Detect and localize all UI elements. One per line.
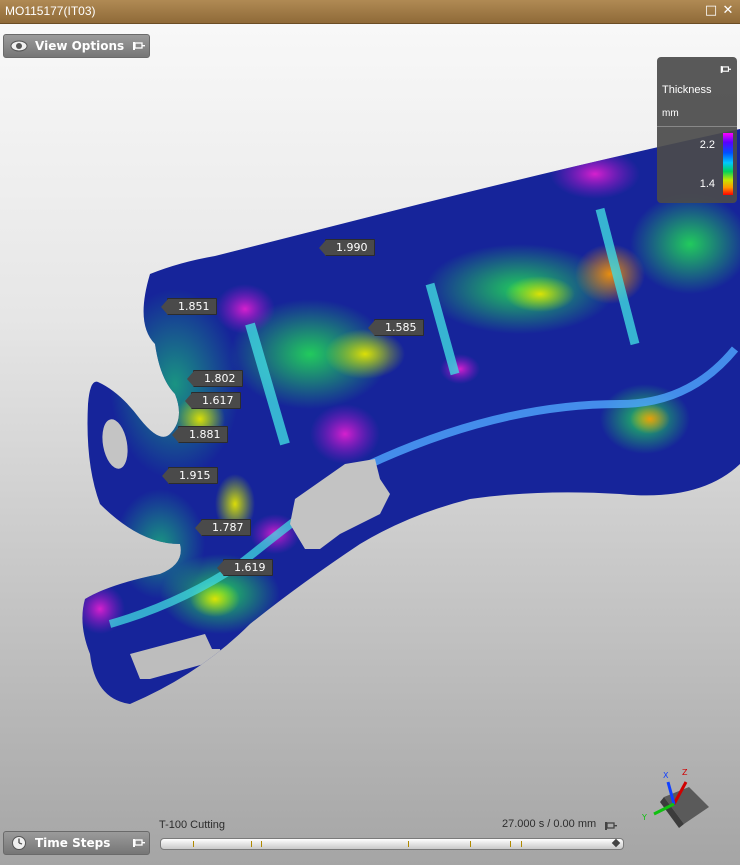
pin-icon[interactable] [131,837,145,849]
pin-icon[interactable] [603,820,617,832]
probe-label[interactable]: 1.617 [185,392,241,409]
axis-x-label: X [663,771,669,780]
probe-label[interactable]: 1.619 [217,559,273,576]
step-name: T-100 Cutting [159,819,226,831]
timeline-step-tick[interactable] [408,841,409,847]
legend-unit: mm [662,108,679,119]
window-title: MO115177(IT03) [5,4,96,18]
timeline-step-tick[interactable] [251,841,252,847]
pin-icon[interactable] [131,40,145,52]
probe-label[interactable]: 1.585 [368,319,424,336]
time-steps-label: Time Steps [35,836,111,850]
axis-y-label: Y [641,813,647,822]
clock-icon [12,836,26,850]
view-options-label: View Options [35,39,125,53]
timeline-step-tick[interactable] [470,841,471,847]
eye-icon [10,40,28,52]
orientation-triad[interactable]: X Z Y [634,762,714,832]
legend-divider [657,126,737,127]
probe-label[interactable]: 1.990 [319,239,375,256]
3d-viewport[interactable]: View Options Thickness mm 2.2 1.4 1.990 … [0,24,740,865]
close-icon[interactable]: ✕ [721,4,735,18]
view-options-button[interactable]: View Options [3,34,150,58]
timeline-step-tick[interactable] [261,841,262,847]
timeline-step-tick[interactable] [510,841,511,847]
legend-color-scale [723,133,733,195]
timeline-step-tick[interactable] [193,841,194,847]
part-thickness-map [82,129,740,704]
time-readout: 27.000 s / 0.00 mm [502,818,597,830]
probe-label[interactable]: 1.881 [172,426,228,443]
axis-z-label: Z [682,768,688,777]
timeline-step-tick[interactable] [521,841,522,847]
maximize-icon[interactable]: □ [704,4,718,18]
probe-label[interactable]: 1.802 [187,370,243,387]
timeline-slider[interactable] [160,838,624,850]
legend-title: Thickness [662,84,712,96]
thickness-legend: Thickness mm 2.2 1.4 [657,57,737,203]
timeline-thumb[interactable] [611,838,621,848]
pin-icon[interactable] [719,64,731,75]
legend-min-value: 1.4 [699,178,715,190]
probe-label[interactable]: 1.787 [195,519,251,536]
probe-label[interactable]: 1.915 [162,467,218,484]
time-steps-button[interactable]: Time Steps [3,831,150,855]
window-titlebar: MO115177(IT03) □ ✕ [0,0,740,24]
legend-max-value: 2.2 [699,139,715,151]
probe-label[interactable]: 1.851 [161,298,217,315]
